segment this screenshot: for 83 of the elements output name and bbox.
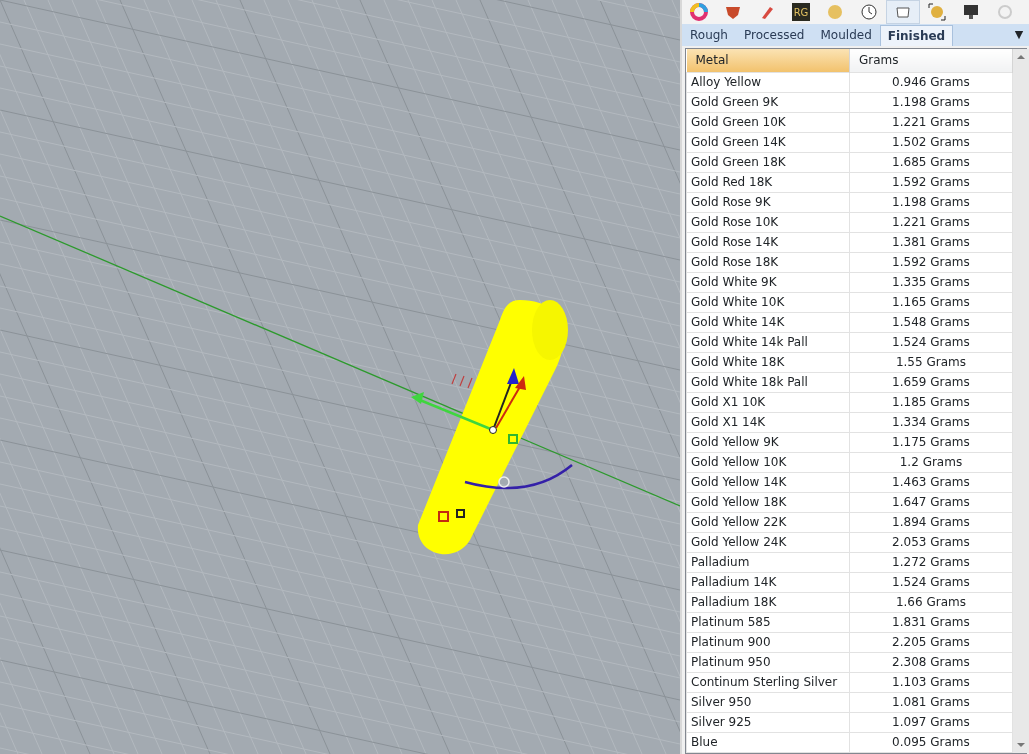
table-cell: Gold Rose 14K bbox=[686, 232, 850, 252]
monitor-icon bbox=[962, 3, 980, 21]
table-cell: 1.894 Grams bbox=[849, 512, 1013, 532]
ball-icon bbox=[826, 3, 844, 21]
logo-icon: RG bbox=[792, 3, 810, 21]
table-cell: 1.659 Grams bbox=[849, 372, 1013, 392]
color-wheel-icon bbox=[690, 3, 708, 21]
table-cell: Gold Yellow 10K bbox=[686, 452, 850, 472]
table-cell: Gold White 14k Pall bbox=[686, 332, 850, 352]
tab[interactable]: Rough bbox=[682, 24, 736, 46]
table-cell: Gold X1 14K bbox=[686, 412, 850, 432]
table-cell: Gold Red 18K bbox=[686, 172, 850, 192]
table-cell: 2.308 Grams bbox=[849, 652, 1013, 672]
table-cell: Gold Rose 18K bbox=[686, 252, 850, 272]
table-cell: 1.272 Grams bbox=[849, 552, 1013, 572]
table-cell: Palladium bbox=[686, 552, 850, 572]
table-cell: 1.2 Grams bbox=[849, 452, 1013, 472]
table-cell: Gold Yellow 24K bbox=[686, 532, 850, 552]
table-cell: 1.548 Grams bbox=[849, 312, 1013, 332]
table-cell: Gold Green 14K bbox=[686, 132, 850, 152]
table-cell: Platinum 900 bbox=[686, 632, 850, 652]
table-cell: Silver 925 bbox=[686, 712, 850, 732]
clock-icon bbox=[860, 3, 878, 21]
table-cell: 0.946 Grams bbox=[849, 72, 1013, 92]
table-cell: 1.221 Grams bbox=[849, 112, 1013, 132]
table-cell: Gold White 14K bbox=[686, 312, 850, 332]
table-cell: 1.335 Grams bbox=[849, 272, 1013, 292]
table-cell: 1.524 Grams bbox=[849, 332, 1013, 352]
table-cell: Gold White 9K bbox=[686, 272, 850, 292]
table-cell: 2.053 Grams bbox=[849, 532, 1013, 552]
table-cell: Gold Green 9K bbox=[686, 92, 850, 112]
table-cell: 1.55 Grams bbox=[849, 352, 1013, 372]
table-cell: Gold Yellow 14K bbox=[686, 472, 850, 492]
table-cell: 1.185 Grams bbox=[849, 392, 1013, 412]
table-cell: 1.175 Grams bbox=[849, 432, 1013, 452]
scrollbar[interactable] bbox=[1013, 49, 1029, 753]
table-cell: 1.524 Grams bbox=[849, 572, 1013, 592]
table-cell: 1.081 Grams bbox=[849, 692, 1013, 712]
table-cell: Blue bbox=[686, 732, 850, 752]
table-cell: 1.647 Grams bbox=[849, 492, 1013, 512]
table-cell: 0.095 Grams bbox=[849, 732, 1013, 752]
table-cell: 1.502 Grams bbox=[849, 132, 1013, 152]
table-cell: Continum Sterling Silver bbox=[686, 672, 850, 692]
table-cell: Gold Rose 10K bbox=[686, 212, 850, 232]
table-cell: Gold White 18k Pall bbox=[686, 372, 850, 392]
table-cell: 1.198 Grams bbox=[849, 192, 1013, 212]
table-cell: Gold X1 10K bbox=[686, 392, 850, 412]
tab[interactable]: Processed bbox=[735, 24, 813, 46]
table-cell: Palladium 18K bbox=[686, 592, 850, 612]
table-cell: 1.685 Grams bbox=[849, 152, 1013, 172]
nugget-icon bbox=[928, 3, 946, 21]
table-cell: 1.831 Grams bbox=[849, 612, 1013, 632]
table-cell: Gold White 10K bbox=[686, 292, 850, 312]
table-cell: 2.205 Grams bbox=[849, 632, 1013, 652]
table-cell: Palladium 14K bbox=[686, 572, 850, 592]
tab[interactable]: Moulded bbox=[812, 24, 880, 46]
table-cell: 1.381 Grams bbox=[849, 232, 1013, 252]
table-cell: 1.66 Grams bbox=[849, 592, 1013, 612]
table-cell: 1.221 Grams bbox=[849, 212, 1013, 232]
table-cell: Platinum 585 bbox=[686, 612, 850, 632]
table-cell: 1.103 Grams bbox=[849, 672, 1013, 692]
table-cell: 1.463 Grams bbox=[849, 472, 1013, 492]
table-cell: 1.198 Grams bbox=[849, 92, 1013, 112]
column-header[interactable]: Grams bbox=[849, 49, 1013, 72]
table-cell: Gold Green 18K bbox=[686, 152, 850, 172]
table-cell: Platinum 950 bbox=[686, 652, 850, 672]
table-cell: Gold Yellow 22K bbox=[686, 512, 850, 532]
table-cell: 1.334 Grams bbox=[849, 412, 1013, 432]
table-cell: 1.097 Grams bbox=[849, 712, 1013, 732]
table-cell: 1.592 Grams bbox=[849, 172, 1013, 192]
toolbar-button[interactable]: RG bbox=[784, 0, 818, 24]
column-header[interactable]: Metal bbox=[686, 49, 850, 72]
table-cell: Silver 950 bbox=[686, 692, 850, 712]
table-cell: Gold White 18K bbox=[686, 352, 850, 372]
table-cell: Gold Yellow 18K bbox=[686, 492, 850, 512]
table-cell: Gold Rose 9K bbox=[686, 192, 850, 212]
table-cell: 1.165 Grams bbox=[849, 292, 1013, 312]
table-cell: Alloy Yellow bbox=[686, 72, 850, 92]
table-cell: Gold Yellow 9K bbox=[686, 432, 850, 452]
tab[interactable]: Finished bbox=[879, 25, 954, 46]
dropdown-arrow[interactable]: ▼ bbox=[1014, 26, 1024, 44]
table-cell: 1.592 Grams bbox=[849, 252, 1013, 272]
table-cell: Gold Green 10K bbox=[686, 112, 850, 132]
